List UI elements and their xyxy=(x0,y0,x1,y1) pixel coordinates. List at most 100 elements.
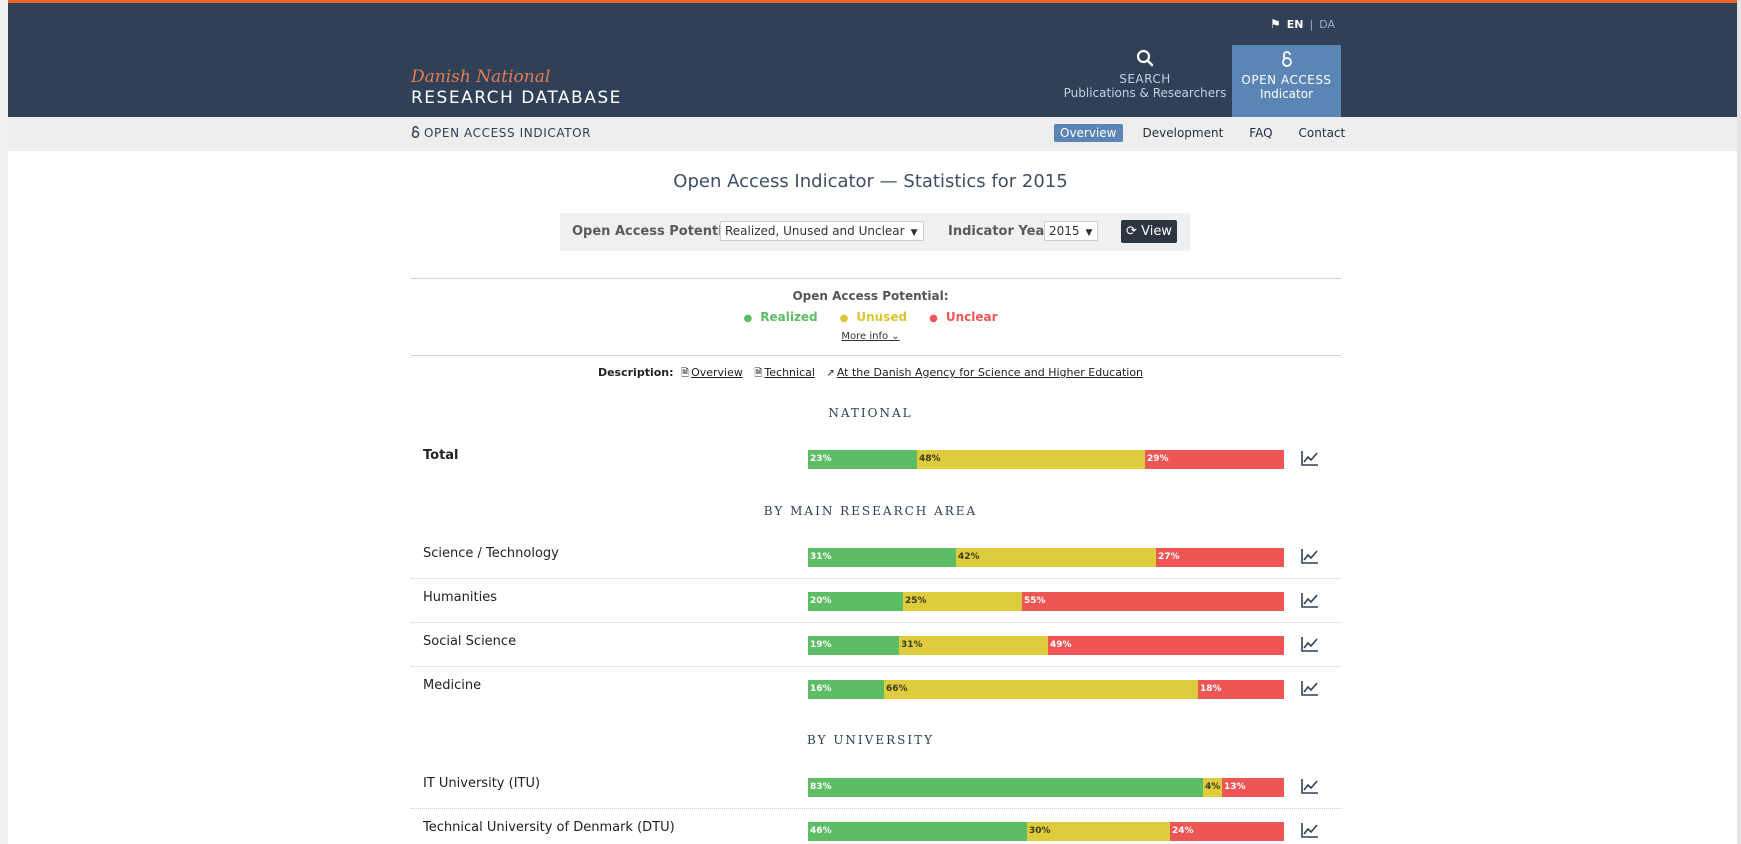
bar-segment-unclear: 55% xyxy=(1022,592,1284,611)
bar-segment-realized: 16% xyxy=(808,680,884,699)
lang-en[interactable]: EN xyxy=(1287,18,1304,31)
bar-value-unclear: 27% xyxy=(1158,552,1180,562)
bar-segment-unclear: 29% xyxy=(1145,450,1284,469)
bar-value-unclear: 18% xyxy=(1200,684,1222,694)
section-title-label: OPEN ACCESS INDICATOR xyxy=(424,126,592,140)
filter-bar: Open Access Potential Realized, Unused a… xyxy=(560,213,1190,251)
scrollbar[interactable] xyxy=(1737,0,1741,844)
bar-segment-realized: 46% xyxy=(808,822,1027,841)
legend-realized-label: Realized xyxy=(760,310,818,324)
bar-value-unclear: 13% xyxy=(1224,782,1246,792)
line-chart-icon[interactable] xyxy=(1300,776,1320,796)
legend-unclear: ● Unclear xyxy=(929,310,997,324)
tab-overview[interactable]: Overview xyxy=(1054,124,1123,142)
bar-value-unclear: 49% xyxy=(1050,640,1072,650)
external-link-icon: ↗ xyxy=(826,368,835,379)
line-chart-icon[interactable] xyxy=(1300,634,1320,654)
bar-segment-unclear: 18% xyxy=(1198,680,1284,699)
overview-doc-link[interactable]: Overview xyxy=(691,366,743,379)
view-button[interactable]: ⟳ View xyxy=(1121,220,1177,243)
nav-search[interactable]: SEARCH Publications & Researchers xyxy=(1055,45,1235,116)
open-lock-icon xyxy=(411,126,420,138)
nav-open-access-title: OPEN ACCESS xyxy=(1241,73,1332,87)
potential-select[interactable]: Realized, Unused and Unclear ▼ xyxy=(720,221,924,241)
flag-icon: ⚑ xyxy=(1270,17,1281,31)
site-logo[interactable]: Danish National RESEARCH DATABASE xyxy=(411,67,622,108)
description: Description: 🗎 Overview 🗎 Technical ↗ At th… xyxy=(0,366,1741,383)
line-chart-icon[interactable] xyxy=(1300,820,1320,840)
left-gutter xyxy=(0,0,8,844)
row-label: Science / Technology xyxy=(423,546,559,561)
search-icon xyxy=(1055,49,1235,72)
brand-line-1: Danish National xyxy=(411,67,551,87)
bar-value-realized: 23% xyxy=(810,454,832,464)
bar-value-unused: 42% xyxy=(958,552,980,562)
line-chart-icon[interactable] xyxy=(1300,678,1320,698)
dot-icon: ● xyxy=(743,313,753,324)
bar-segment-realized: 23% xyxy=(808,450,917,469)
document-icon: 🗎 xyxy=(754,368,763,379)
stacked-bar[interactable]: 46% 30% 24% xyxy=(808,822,1284,841)
stacked-bar[interactable]: 16% 66% 18% xyxy=(808,680,1284,699)
legend-title: Open Access Potential: xyxy=(792,289,949,303)
line-chart-icon[interactable] xyxy=(1300,448,1320,468)
tab-faq[interactable]: FAQ xyxy=(1243,124,1278,142)
tab-contact[interactable]: Contact xyxy=(1293,124,1352,142)
agency-link[interactable]: At the Danish Agency for Science and Hig… xyxy=(837,366,1143,379)
stacked-bar[interactable]: 83% 4% 13% xyxy=(808,778,1284,797)
lang-separator: | xyxy=(1309,17,1314,31)
line-chart-icon[interactable] xyxy=(1300,546,1320,566)
lang-da[interactable]: DA xyxy=(1319,18,1335,31)
row-label: Total xyxy=(423,448,459,463)
row-label: IT University (ITU) xyxy=(423,776,541,791)
technical-doc-link[interactable]: Technical xyxy=(764,366,815,379)
bar-segment-unclear: 49% xyxy=(1048,636,1284,655)
legend: ● Realized ● Unused ● Unclear xyxy=(0,310,1741,324)
year-select-value: 2015 xyxy=(1049,224,1080,238)
bar-value-realized: 83% xyxy=(810,782,832,792)
document-icon: 🗎 xyxy=(681,368,690,379)
indicator-row: Medicine 16% 66% 18% xyxy=(411,666,1341,710)
indicator-row: Social Science 19% 31% 49% xyxy=(411,622,1341,667)
bar-value-realized: 16% xyxy=(810,684,832,694)
nav-open-access-subtitle: Indicator xyxy=(1259,87,1314,101)
stacked-bar[interactable]: 31% 42% 27% xyxy=(808,548,1284,567)
bar-segment-unused: 31% xyxy=(899,636,1048,655)
nav-open-access[interactable]: OPEN ACCESS Indicator xyxy=(1232,45,1341,120)
indicator-row: Humanities 20% 25% 55% xyxy=(411,578,1341,623)
page: ⚑ EN | DA Danish National RESEARCH DATAB… xyxy=(0,0,1741,844)
nav-search-subtitle: Publications & Researchers xyxy=(1063,86,1227,100)
bar-segment-unclear: 27% xyxy=(1156,548,1284,567)
bar-segment-unused: 25% xyxy=(903,592,1022,611)
row-label: Technical University of Denmark (DTU) xyxy=(423,820,675,835)
bar-segment-realized: 19% xyxy=(808,636,899,655)
bar-segment-unclear: 24% xyxy=(1170,822,1284,841)
view-button-label: View xyxy=(1141,224,1172,239)
bar-segment-unclear: 13% xyxy=(1222,778,1284,797)
nav-search-title: SEARCH xyxy=(1119,72,1171,86)
indicator-row: IT University (ITU) 83% 4% 13% xyxy=(411,764,1341,809)
bar-value-realized: 46% xyxy=(810,826,832,836)
more-info-link[interactable]: More info ⌄ xyxy=(0,331,1741,342)
bar-value-unused: 25% xyxy=(905,596,927,606)
brand-line-2: RESEARCH DATABASE xyxy=(411,88,622,108)
open-lock-icon xyxy=(1232,51,1341,73)
bar-segment-unused: 30% xyxy=(1027,822,1170,841)
year-label: Indicator Year xyxy=(948,224,1051,239)
stacked-bar[interactable]: 19% 31% 49% xyxy=(808,636,1284,655)
bar-value-unused: 30% xyxy=(1029,826,1051,836)
bar-value-unclear: 24% xyxy=(1172,826,1194,836)
bar-value-unclear: 29% xyxy=(1147,454,1169,464)
site-header: ⚑ EN | DA Danish National RESEARCH DATAB… xyxy=(8,0,1737,120)
subnav-links: Overview Development FAQ Contact xyxy=(1054,124,1351,142)
stacked-bar[interactable]: 20% 25% 55% xyxy=(808,592,1284,611)
section-heading-university: BY UNIVERSITY xyxy=(806,733,935,747)
section-heading-area: BY MAIN RESEARCH AREA xyxy=(763,504,978,518)
tab-development[interactable]: Development xyxy=(1137,124,1230,142)
year-select[interactable]: 2015 ▼ xyxy=(1044,221,1098,241)
dot-icon: ● xyxy=(839,313,849,324)
stacked-bar[interactable]: 23% 48% 29% xyxy=(808,450,1284,469)
bar-segment-unused: 4% xyxy=(1203,778,1222,797)
indicator-row: Science / Technology 31% 42% 27% xyxy=(411,534,1341,579)
line-chart-icon[interactable] xyxy=(1300,590,1320,610)
